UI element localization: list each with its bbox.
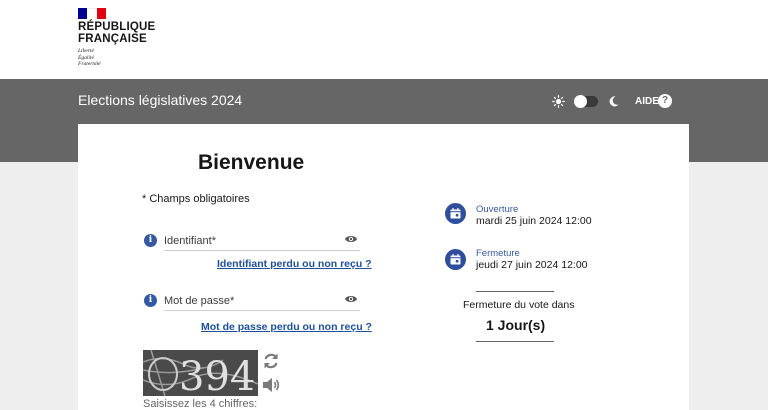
republique-francaise-logo[interactable]: RÉPUBLIQUE FRANÇAISE	[78, 21, 156, 45]
password-field	[164, 291, 360, 311]
welcome-heading: Bienvenue	[198, 151, 305, 174]
republic-line-1: RÉPUBLIQUE	[78, 21, 156, 33]
calendar-icon	[445, 249, 466, 270]
marianne-flag-logo	[78, 8, 106, 19]
sun-icon	[552, 95, 565, 108]
captcha-image: 394	[143, 350, 258, 396]
help-label[interactable]: AIDE	[635, 96, 659, 107]
identifier-input[interactable]	[164, 232, 324, 250]
password-input[interactable]	[164, 292, 324, 310]
eye-icon[interactable]	[344, 233, 358, 245]
countdown-label: Fermeture du vote dans	[463, 299, 575, 311]
calendar-icon	[445, 203, 466, 224]
moon-icon	[607, 95, 620, 108]
motto: Liberté Égalité Fraternité	[78, 48, 101, 68]
opening-value: mardi 25 juin 2024 12:00	[476, 215, 592, 227]
help-icon[interactable]: ?	[658, 94, 672, 108]
refresh-captcha-icon[interactable]	[262, 352, 280, 370]
identifier-field	[164, 231, 360, 251]
republic-line-2: FRANÇAISE	[78, 32, 147, 45]
motto-fraternite: Fraternité	[78, 61, 101, 67]
captcha-hint: Saisissez les 4 chiffres:	[143, 398, 258, 410]
captcha-text: 394	[179, 354, 255, 396]
eye-icon[interactable]	[344, 293, 358, 305]
divider	[476, 291, 554, 292]
election-title: Elections législatives 2024	[78, 92, 243, 108]
countdown-value: 1 Jour(s)	[486, 317, 546, 333]
divider	[476, 341, 554, 342]
identifier-forgot-link[interactable]: Identifiant perdu ou non reçu ?	[217, 258, 372, 270]
opening-label: Ouverture	[476, 204, 519, 215]
closing-label: Fermeture	[476, 248, 520, 259]
theme-toggle[interactable]	[574, 95, 598, 108]
theme-toggle-knob	[574, 95, 587, 108]
identifier-info-icon[interactable]: i	[144, 234, 157, 247]
password-forgot-link[interactable]: Mot de passe perdu ou non reçu ?	[201, 321, 372, 333]
required-fields-note: * Champs obligatoires	[142, 193, 250, 205]
audio-captcha-icon[interactable]	[262, 377, 280, 393]
password-info-icon[interactable]: i	[144, 294, 157, 307]
closing-value: jeudi 27 juin 2024 12:00	[476, 259, 588, 271]
